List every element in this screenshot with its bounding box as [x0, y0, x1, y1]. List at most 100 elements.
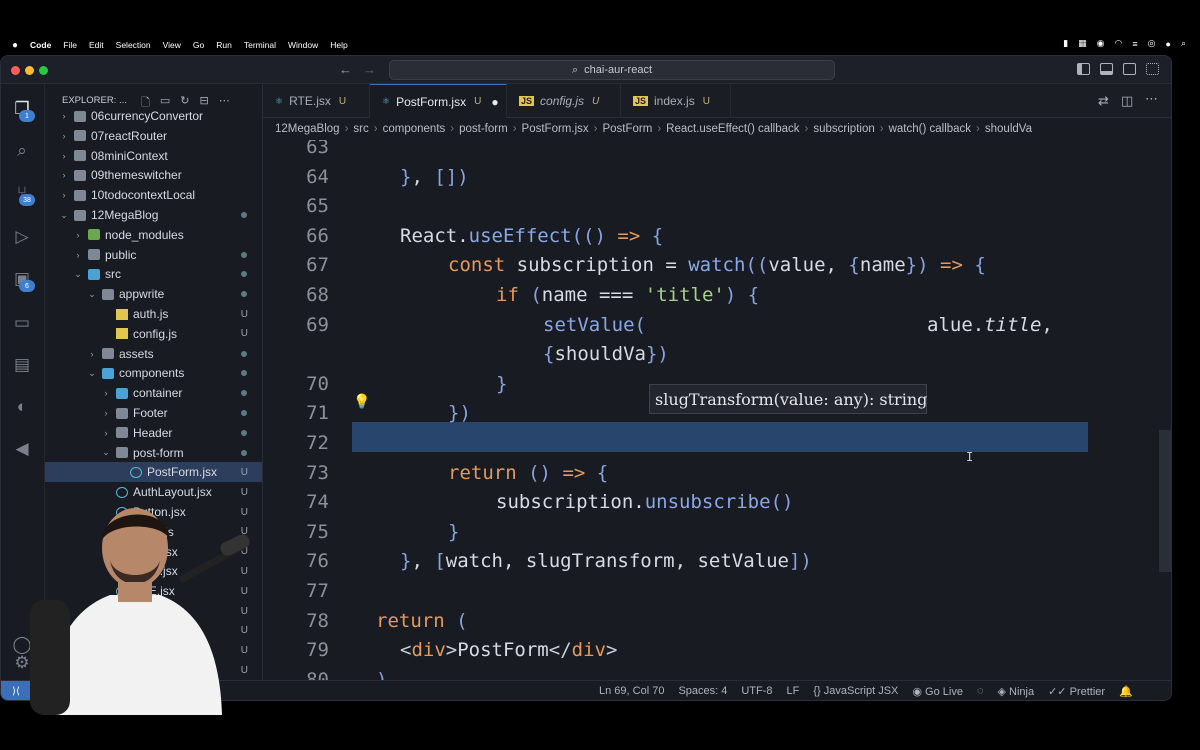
toggle-secondary-sidebar-icon[interactable]	[1123, 63, 1136, 75]
folder-item[interactable]: › assets	[45, 344, 262, 364]
menu-window[interactable]: Window	[288, 40, 318, 50]
scm-badge: 38	[19, 194, 35, 206]
language-mode[interactable]: {} JavaScript JSX	[813, 685, 898, 698]
layout-icon[interactable]: ▮	[1063, 38, 1068, 49]
breadcrumb-separator: ›	[657, 123, 662, 135]
menu-edit[interactable]: Edit	[89, 40, 104, 50]
notifications-bell-icon[interactable]: 🔔	[1119, 685, 1133, 698]
react-icon: ⚛	[275, 95, 284, 106]
cursor-position[interactable]: Ln 69, Col 70	[599, 685, 664, 698]
menu-help[interactable]: Help	[330, 40, 347, 50]
breadcrumb-item[interactable]: React.useEffect() callback	[666, 123, 799, 135]
command-center-search[interactable]: ⌕ chai-aur-react	[389, 60, 835, 80]
liveshare-icon[interactable]: ◀	[11, 438, 33, 460]
go-live-button[interactable]: ◉ Go Live	[912, 685, 963, 698]
folder-item[interactable]: › container	[45, 383, 262, 403]
file-item[interactable]: PostForm.jsx U	[45, 462, 262, 483]
modified-dot-icon	[241, 429, 247, 436]
git-status: U	[240, 328, 248, 340]
folder-item[interactable]: › 10todocontextLocal	[45, 185, 262, 205]
folder-item[interactable]: › 09themeswitcher	[45, 165, 262, 185]
forward-arrow-icon[interactable]: →	[363, 62, 376, 77]
lightbulb-icon[interactable]: 💡	[353, 394, 370, 410]
folder-item[interactable]: ⌄ components	[45, 363, 262, 383]
file-item[interactable]: config.js U	[45, 324, 262, 344]
breadcrumb-item[interactable]: watch() callback	[889, 123, 971, 135]
ninja-button[interactable]: ◈ Ninja	[998, 685, 1035, 698]
folder-item[interactable]: › node_modules	[45, 225, 262, 245]
code-area[interactable]: 63 64}, []) 65 66 React.useEffect(() => {67 c…	[263, 140, 1171, 680]
compare-changes-icon[interactable]: ⇄	[1098, 93, 1109, 109]
search-icon[interactable]: ⌕	[11, 140, 33, 162]
folder-icon	[102, 348, 114, 360]
customize-layout-icon[interactable]	[1146, 63, 1159, 75]
run-debug-icon[interactable]: ▷	[11, 226, 33, 248]
end-of-line[interactable]: LF	[787, 685, 800, 698]
tree-item-label: 09themeswitcher	[91, 168, 182, 183]
folder-item[interactable]: ⌄ src	[45, 264, 262, 284]
menu-file[interactable]: File	[63, 40, 77, 50]
siri-icon[interactable]: ◎	[1148, 38, 1156, 49]
breadcrumb-item[interactable]: 12MegaBlog	[275, 123, 340, 135]
breadcrumb-item[interactable]: src	[353, 123, 368, 135]
split-editor-icon[interactable]: ◫	[1121, 93, 1133, 109]
menu-terminal[interactable]: Terminal	[244, 40, 276, 50]
user-icon[interactable]: ●	[1166, 39, 1171, 49]
record-icon[interactable]: ◉	[1097, 38, 1105, 49]
remote-explorer-icon[interactable]: ▭	[11, 312, 33, 334]
menu-selection[interactable]: Selection	[116, 40, 151, 50]
chevron-right-icon: ›	[62, 190, 66, 201]
unsaved-dot-icon[interactable]: ●	[491, 95, 498, 109]
tab-rte[interactable]: ⚛ RTE.jsx U	[263, 84, 370, 118]
tree-item-label: PostForm.jsx	[147, 465, 218, 480]
search-icon[interactable]: ⌕	[1181, 38, 1186, 49]
breadcrumb-item[interactable]: subscription	[813, 123, 874, 135]
editor-more-icon[interactable]: ⋯	[1145, 91, 1158, 107]
breadcrumb-item[interactable]: PostForm	[602, 123, 652, 135]
breadcrumb-item[interactable]: PostForm.jsx	[522, 123, 589, 135]
folder-item[interactable]: › Header	[45, 423, 262, 443]
folder-item[interactable]: › 06currencyConvertor	[45, 106, 262, 126]
zoom-window-button[interactable]	[39, 66, 48, 75]
folder-item[interactable]: › 08miniContext	[45, 146, 262, 166]
app-menu[interactable]: Code	[30, 40, 51, 50]
breadcrumb-item[interactable]: shouldVa	[985, 123, 1032, 135]
menu-run[interactable]: Run	[216, 40, 232, 50]
modified-dot-icon	[241, 390, 247, 397]
gitlens-icon[interactable]: ◐	[11, 396, 33, 418]
tab-index[interactable]: JS index.js U	[621, 84, 731, 118]
back-arrow-icon[interactable]: ←	[339, 62, 352, 77]
toggle-sidebar-icon[interactable]	[1077, 63, 1090, 75]
minimize-window-button[interactable]	[25, 66, 34, 75]
breadcrumb-item[interactable]: post-form	[459, 123, 508, 135]
tab-config[interactable]: JS config.js U	[507, 84, 621, 118]
close-window-button[interactable]	[11, 66, 20, 75]
menu-view[interactable]: View	[163, 40, 181, 50]
folder-item[interactable]: › public	[45, 245, 262, 265]
folder-item[interactable]: ⌄ post-form	[45, 443, 262, 463]
code-line: )	[376, 668, 388, 680]
file-item[interactable]: auth.js U	[45, 304, 262, 324]
indentation[interactable]: Spaces: 4	[678, 685, 727, 698]
tab-postform[interactable]: ⚛ PostForm.jsx U ●	[370, 84, 507, 118]
remote-indicator-icon[interactable]: ⟩⟨	[1, 681, 31, 700]
chevron-down-icon: ⌄	[74, 268, 82, 279]
control-center-icon[interactable]: ≡	[1132, 39, 1137, 49]
folder-icon	[116, 447, 128, 459]
apple-icon[interactable]: ●	[12, 40, 18, 51]
wifi-icon[interactable]: ◠	[1115, 38, 1123, 49]
folder-item[interactable]: › 07reactRouter	[45, 126, 262, 146]
folder-item[interactable]: › Footer	[45, 403, 262, 423]
docker-icon[interactable]: ▤	[11, 354, 33, 376]
menu-go[interactable]: Go	[193, 40, 204, 50]
folder-item[interactable]: ⌄ 12MegaBlog	[45, 205, 262, 225]
folder-item[interactable]: ⌄ appwrite	[45, 284, 262, 304]
breadcrumb-item[interactable]: components	[383, 123, 446, 135]
line-number: 66	[306, 224, 329, 247]
encoding[interactable]: UTF-8	[741, 685, 772, 698]
js-file-icon: JS	[519, 96, 535, 106]
editor-scrollbar[interactable]	[1159, 430, 1171, 572]
grid-icon[interactable]: ▦	[1078, 38, 1087, 49]
toggle-panel-icon[interactable]	[1100, 63, 1113, 75]
prettier-button[interactable]: ✓✓ Prettier	[1048, 685, 1105, 698]
